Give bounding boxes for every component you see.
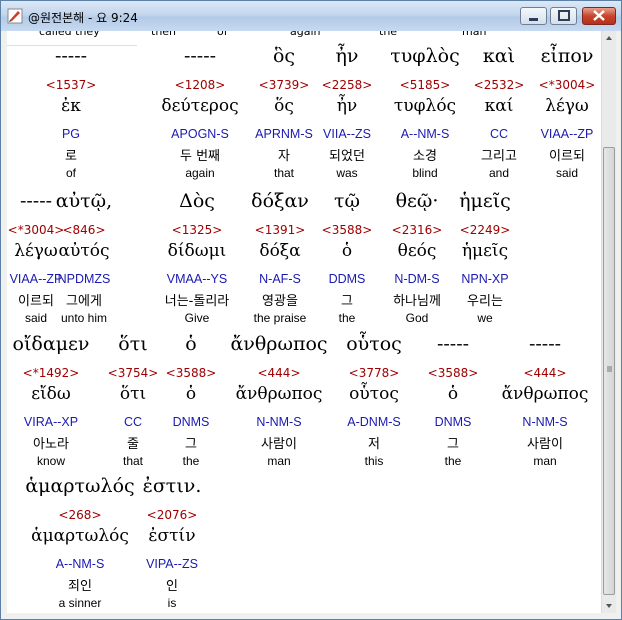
english-gloss: of	[65, 166, 76, 180]
grip-icon	[607, 366, 612, 372]
scroll-up-arrow-icon[interactable]	[602, 31, 616, 46]
strong-number-link[interactable]: <*3004>	[512, 78, 601, 94]
scrollbar-thumb[interactable]	[603, 147, 615, 595]
english-gloss: man	[267, 454, 291, 468]
parsing-code: N-NM-S	[256, 415, 302, 429]
close-button[interactable]	[582, 7, 616, 25]
word-column[interactable]: ----- <444> ἄνθρωπος N-NM-S 사람이 man	[490, 333, 600, 473]
clipped-text: again	[290, 31, 321, 38]
word-column[interactable]: αὐτῷ, <846> αὐτός NPDMZS 그에게 unto him	[29, 190, 139, 330]
english-gloss: unto him	[60, 311, 108, 325]
greek-word: ἐστιν.	[142, 475, 202, 497]
strong-number-link[interactable]: <444>	[224, 366, 334, 382]
greek-word: εἶπον	[540, 45, 594, 67]
parsing-code: N-NM-S	[522, 415, 568, 429]
english-gloss: said	[555, 166, 578, 180]
strong-number-link[interactable]: <2249>	[430, 223, 540, 239]
parsing-code: NPDMZS	[57, 272, 111, 286]
clipped-text: of	[217, 31, 228, 38]
korean-gloss: 인	[166, 579, 178, 594]
parsing-code: PG	[61, 127, 81, 141]
korean-gloss: 로	[65, 149, 77, 164]
lemma: αὐτός	[58, 241, 110, 261]
maximize-button[interactable]	[550, 7, 577, 25]
app-icon	[7, 8, 23, 24]
word-column[interactable]: ----- <1537> ἐκ PG 로 of	[16, 45, 126, 185]
lemma: ἐκ	[61, 96, 81, 116]
greek-word: ἡμεῖς	[459, 190, 511, 212]
interlinear-view[interactable]: called they then of again the man ----- <1537>…	[7, 31, 601, 613]
strong-number-link[interactable]: <2076>	[117, 508, 227, 524]
strong-number-link[interactable]: <1537>	[16, 78, 126, 94]
strong-number-link[interactable]: <846>	[29, 223, 139, 239]
greek-word: -----	[54, 45, 88, 67]
scroll-down-arrow-icon[interactable]	[602, 598, 616, 613]
lemma: ἄνθρωπος	[501, 384, 589, 404]
maximize-icon	[558, 10, 570, 21]
close-icon	[593, 10, 605, 21]
lemma: ἡμεῖς	[461, 241, 509, 261]
vertical-scrollbar[interactable]	[601, 31, 616, 613]
title-bar[interactable]: @원전본해 - 요 9:24	[1, 1, 621, 31]
clipped-text: called they	[39, 31, 100, 38]
korean-gloss: 사람이	[261, 437, 297, 452]
korean-gloss: 사람이	[527, 437, 563, 452]
word-column[interactable]: ἡμεῖς <2249> ἡμεῖς NPN-XP 우리는 we	[430, 190, 540, 330]
strong-number-link[interactable]: <444>	[490, 366, 600, 382]
greek-word: αὐτῷ,	[55, 190, 113, 212]
word-column[interactable]: εἶπον <*3004> λέγω VIAA--ZP 이르되 said	[512, 45, 601, 185]
clipped-text: man	[462, 31, 487, 38]
lemma: ἐστίν	[148, 526, 196, 546]
lemma: ἄνθρωπος	[235, 384, 323, 404]
korean-gloss: 그에게	[66, 294, 102, 309]
word-column[interactable]: ἄνθρωπος <444> ἄνθρωπος N-NM-S 사람이 man	[224, 333, 334, 473]
english-gloss: is	[167, 596, 177, 610]
clipped-previous-line: called they then of again the man	[7, 31, 601, 46]
word-column[interactable]: ἐστιν. <2076> ἐστίν VIPA--ZS 인 is	[117, 475, 227, 613]
korean-gloss: 우리는	[467, 294, 503, 309]
window-title: @원전본해 - 요 9:24	[28, 11, 138, 25]
parsing-code: NPN-XP	[461, 272, 509, 286]
parsing-code: VIAA--ZP	[540, 127, 594, 141]
minimize-icon	[529, 18, 538, 21]
korean-gloss: 이르되	[549, 149, 585, 164]
english-gloss: we	[477, 311, 493, 325]
greek-word: -----	[528, 333, 562, 355]
minimize-button[interactable]	[520, 7, 547, 25]
lemma: λέγω	[545, 96, 589, 116]
greek-word: ἄνθρωπος	[230, 333, 328, 355]
app-window: @원전본해 - 요 9:24 called they then of again the…	[0, 0, 622, 620]
english-gloss: man	[533, 454, 557, 468]
parsing-code: VIPA--ZS	[146, 557, 198, 571]
clipped-text: then	[151, 31, 177, 38]
clipped-text: the	[379, 31, 398, 38]
